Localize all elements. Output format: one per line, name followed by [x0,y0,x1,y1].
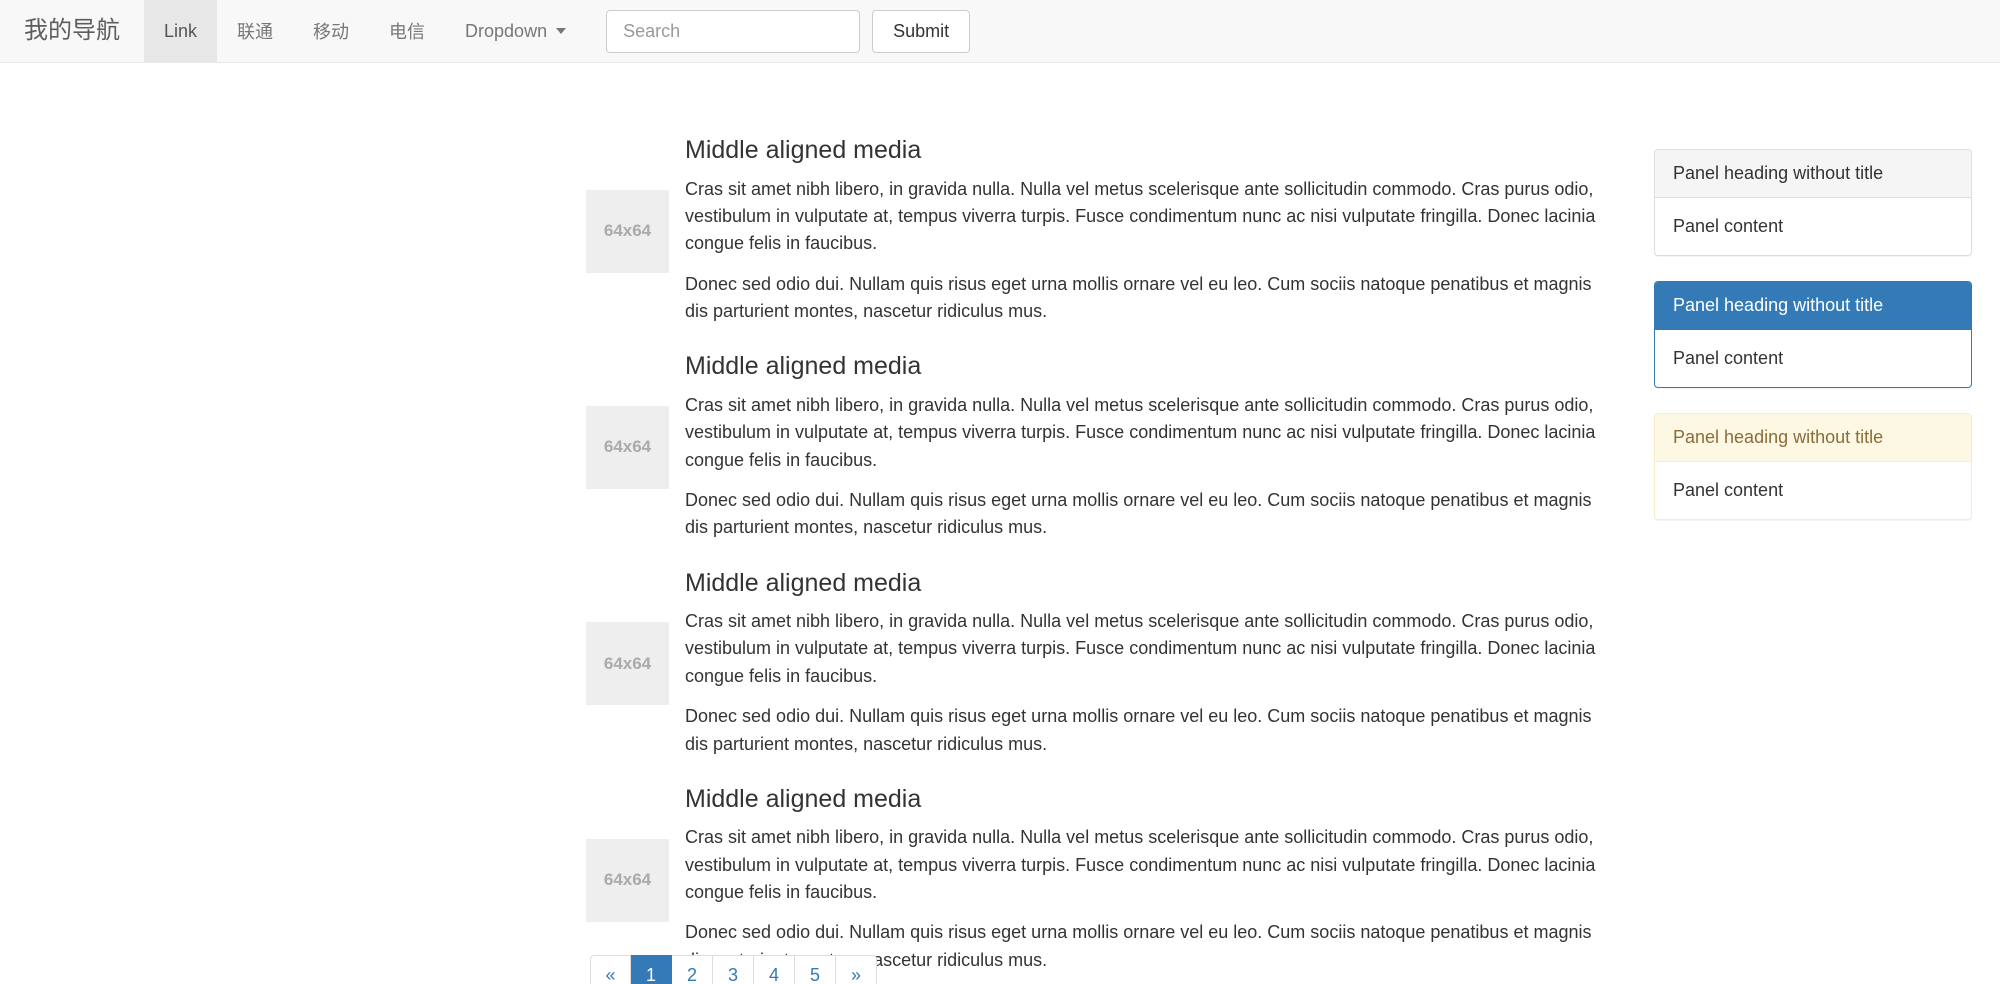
image-placeholder-icon: 64x64 [586,838,669,922]
navbar-item: Link [144,0,218,62]
media-paragraph-1: Cras sit amet nibh libero, in gravida nu… [685,827,1596,903]
nav-link-label: 电信 [389,22,426,42]
pagination-item: 1 [631,955,672,984]
panel-default: Panel heading without title Panel content [1654,149,1972,256]
pagination: «1 2 3 4 5» [590,955,877,984]
image-placeholder-icon: 64x64 [586,405,669,489]
nav-link-1[interactable]: Link [144,0,218,62]
media-paragraph-2: Donec sed odio dui. Nullam quis risus eg… [685,489,1592,538]
media-thumb-wrap: 64x64 [586,622,685,706]
pagination-page-3[interactable]: 3 [713,955,754,984]
media-thumb-wrap: 64x64 [586,405,685,489]
panel-heading: Panel heading without title [1655,150,1971,198]
media-body: Middle aligned media Cras sit amet nibh l… [685,784,1596,974]
media-heading: Middle aligned media [685,352,922,381]
nav-link-label: Dropdown [465,20,548,41]
media-heading: Middle aligned media [685,568,922,597]
pagination-item: « [590,955,631,984]
media-heading: Middle aligned media [685,784,922,813]
pagination-item: 2 [672,955,713,984]
pagination-page-2[interactable]: 2 [672,955,713,984]
navbar-item: 联通 [217,0,293,62]
navbar-search-form: Submit [606,0,971,62]
pagination-container: «1 2 3 4 5» [590,955,877,984]
navbar-brand[interactable]: 我的导航 [0,0,144,62]
media-thumb-wrap: 64x64 [586,189,685,273]
navbar-item: 电信 [369,0,445,62]
submit-button[interactable]: Submit [872,9,971,53]
panel-body: Panel content [1673,216,1784,236]
media-body: Middle aligned media Cras sit amet nibh l… [685,136,1596,325]
nav-link-label: 联通 [237,22,274,42]
pagination-item: » [836,955,877,984]
panel-primary: Panel heading without title Panel content [1654,281,1972,388]
pagination-item: 3 [713,955,754,984]
nav-link-5[interactable]: Dropdown [445,0,586,62]
side-panels: Panel heading without title Panel content… [1654,149,1972,545]
nav-link-label: 移动 [313,22,350,42]
pagination-next-button[interactable]: » [836,955,877,984]
media-paragraph-2: Donec sed odio dui. Nullam quis risus eg… [685,706,1592,754]
nav-link-label: Link [164,20,198,41]
media-body: Middle aligned media Cras sit amet nibh l… [685,568,1596,758]
media-thumb-wrap: 64x64 [586,838,685,922]
media-paragraph-1: Cras sit amet nibh libero, in gravida nu… [685,178,1596,254]
pagination-item: 4 [754,955,795,984]
pagination-page-5[interactable]: 5 [795,955,836,984]
chevron-down-icon [556,28,567,34]
image-placeholder-icon: 64x64 [586,622,669,706]
pagination-page-1[interactable]: 1 [631,955,672,984]
navbar-nav: Link 联通 移动 电信 Dropdown [144,0,586,62]
navbar-item: 移动 [293,0,369,62]
panel-heading: Panel heading without title [1655,414,1971,462]
media-item: 64x64 Middle aligned media Cras sit amet n… [586,136,1596,325]
media-body: Middle aligned media Cras sit amet nibh l… [685,353,1596,541]
media-paragraph-1: Cras sit amet nibh libero, in gravida nu… [685,611,1596,686]
panel-warning: Panel heading without title Panel content [1654,413,1972,520]
nav-link-4[interactable]: 电信 [369,0,445,62]
pagination-prev-button[interactable]: « [590,955,631,984]
panel-body: Panel content [1673,480,1784,500]
panel-body: Panel content [1673,348,1784,368]
media-item: 64x64 Middle aligned media Cras sit amet n… [586,568,1596,758]
media-item: 64x64 Middle aligned media Cras sit amet n… [586,784,1596,974]
pagination-page-4[interactable]: 4 [754,955,795,984]
media-item: 64x64 Middle aligned media Cras sit amet n… [586,353,1596,541]
media-list: 64x64 Middle aligned media Cras sit amet n… [586,136,1596,984]
page-body: 64x64 Middle aligned media Cras sit amet n… [0,63,2000,984]
search-input[interactable] [606,9,861,53]
media-heading: Middle aligned media [685,136,922,164]
media-paragraph-2: Donec sed odio dui. Nullam quis risus eg… [685,273,1592,321]
pagination-item: 5 [795,955,836,984]
panel-heading: Panel heading without title [1655,282,1971,330]
main-navbar: 我的导航 Link 联通 移动 电信 Dropdown Submit [0,0,2000,63]
nav-link-3[interactable]: 移动 [293,0,369,62]
media-paragraph-1: Cras sit amet nibh libero, in gravida nu… [685,394,1596,470]
navbar-item: Dropdown [445,0,586,62]
image-placeholder-icon: 64x64 [586,189,669,273]
nav-link-2[interactable]: 联通 [217,0,293,62]
